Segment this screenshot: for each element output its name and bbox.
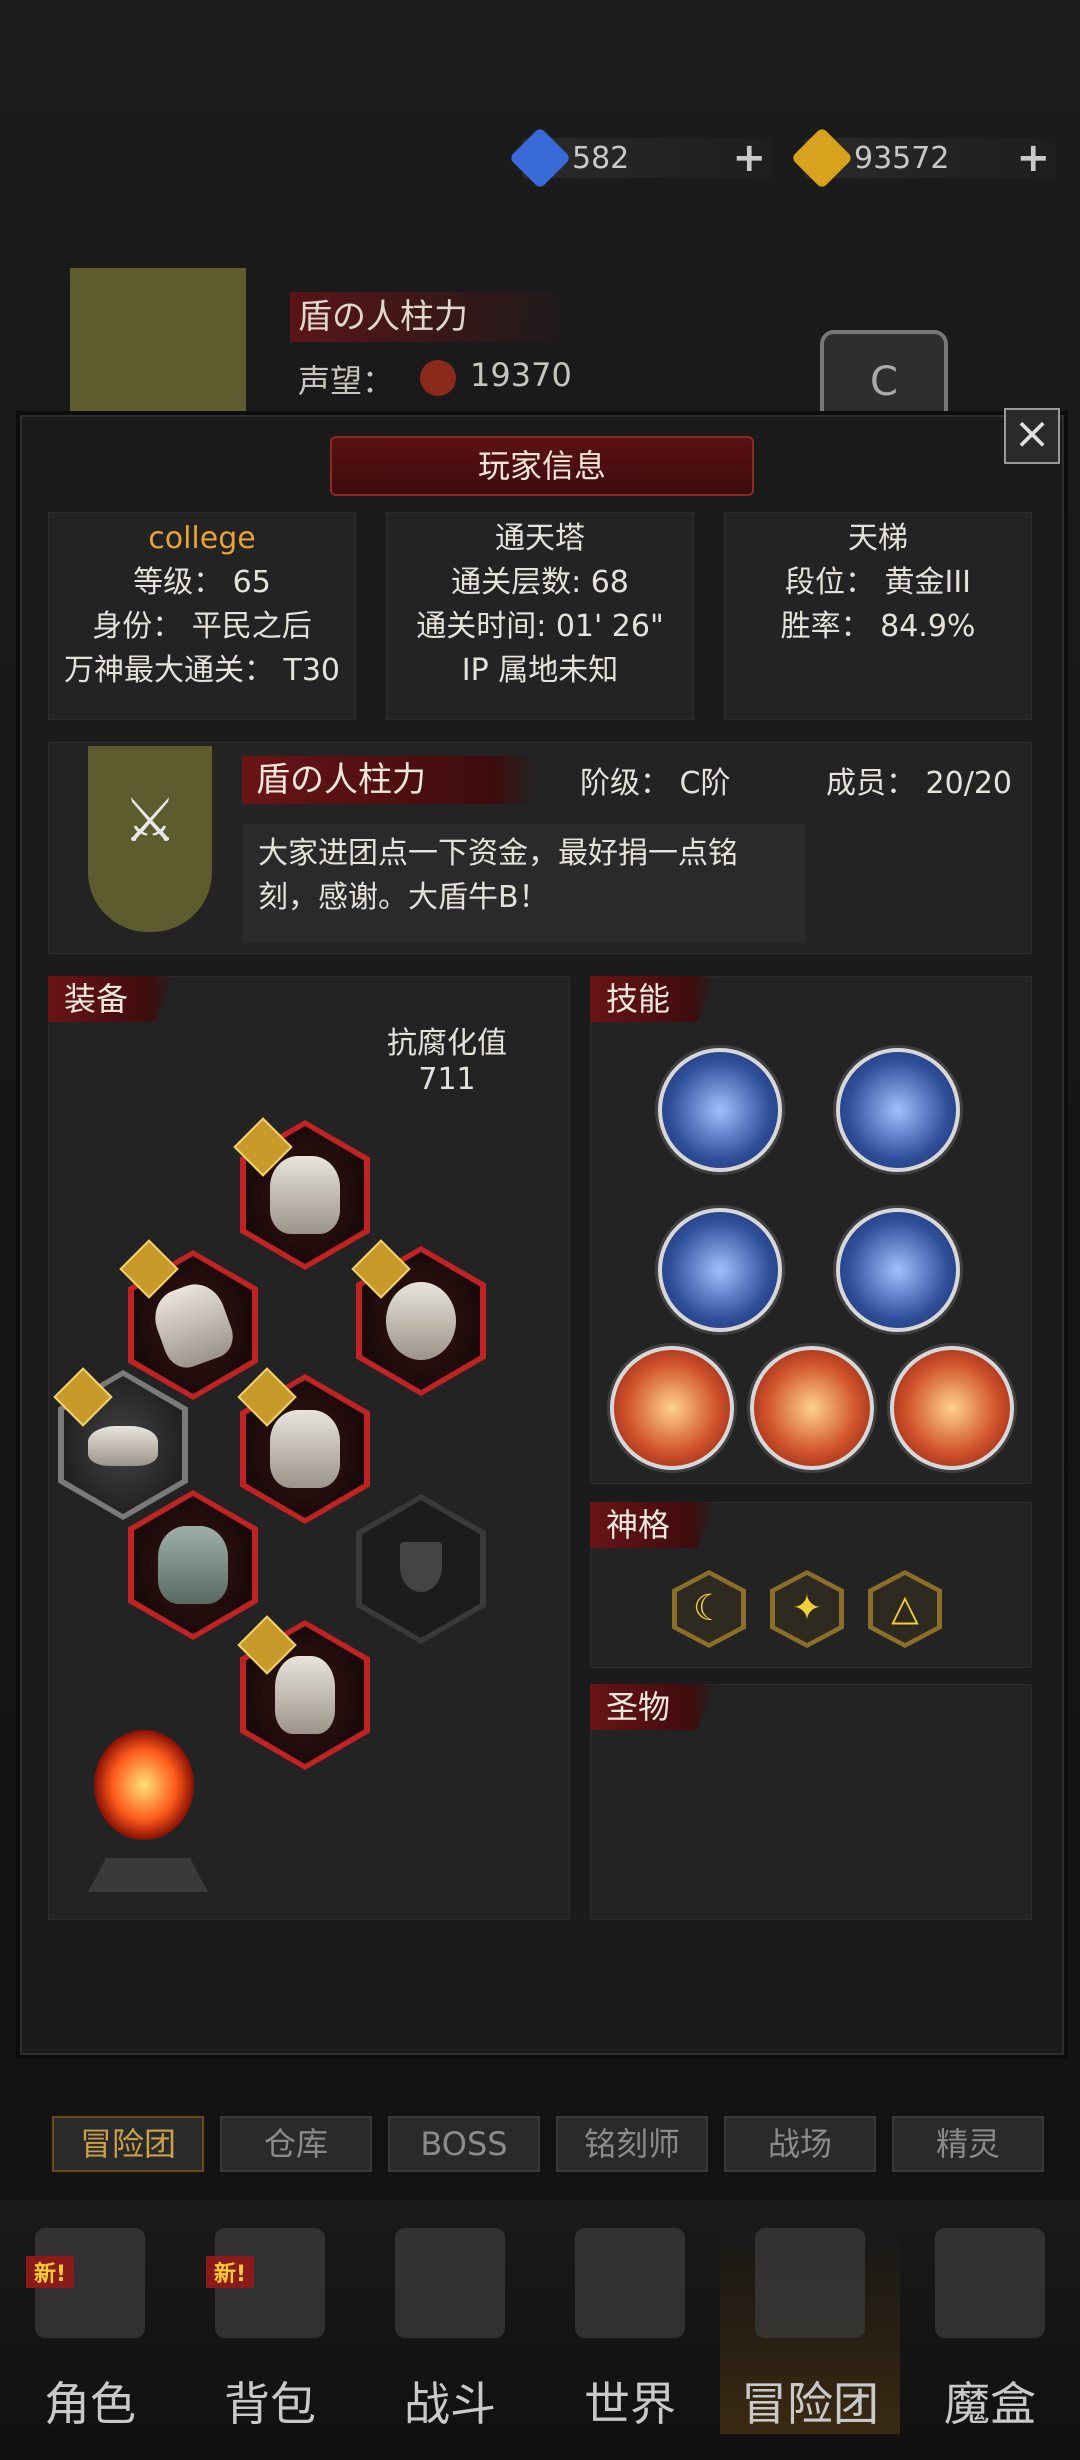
nav-character[interactable]: 新! 角色 <box>0 2228 180 2434</box>
player-level: 等级： 65 <box>133 565 271 600</box>
guild-name-bg: 盾の人柱力 <box>290 292 578 342</box>
nav-world[interactable]: 世界 <box>540 2228 720 2434</box>
skill-red-heart-icon[interactable] <box>890 1346 1014 1470</box>
nav-label: 世界 <box>584 2377 676 2431</box>
ring-icon <box>386 1282 456 1360</box>
corruption-value: 711 <box>418 1062 476 1097</box>
backpack-icon <box>158 1526 228 1604</box>
tower-title: 通天塔 <box>495 521 585 556</box>
ladder-rank: 段位： 黄金III <box>784 565 972 600</box>
skill-blue-guard-icon[interactable] <box>658 1208 782 1332</box>
tab-spirit[interactable]: 精灵 <box>892 2116 1044 2172</box>
tab-warehouse[interactable]: 仓库 <box>220 2116 372 2172</box>
nav-battle[interactable]: 战斗 <box>360 2228 540 2434</box>
corruption-label: 抗腐化值 <box>387 1026 507 1061</box>
nav-magic-box[interactable]: 魔盒 <box>900 2228 1080 2434</box>
guild-banner: ⚔ <box>88 746 212 932</box>
sword-nav-icon <box>395 2228 505 2338</box>
armor-icon <box>270 1410 340 1488</box>
nav-label: 战斗 <box>404 2377 496 2431</box>
nav-label: 冒险团 <box>741 2377 879 2431</box>
equipment-label: 装备 <box>48 976 175 1022</box>
nav-adventure-group[interactable]: 冒险团 <box>720 2228 900 2434</box>
nav-label: 背包 <box>224 2377 316 2431</box>
guild-banner-bg <box>70 268 246 418</box>
gold-value: 93572 <box>854 140 950 176</box>
guild-tier: 阶级： C阶 <box>580 766 731 801</box>
reputation-value: 19370 <box>470 356 572 394</box>
reputation-label: 声望： <box>298 362 395 400</box>
diamond-value: 582 <box>572 140 630 176</box>
tab-boss[interactable]: BOSS <box>388 2116 540 2172</box>
boots-icon <box>275 1656 335 1734</box>
ladder-title: 天梯 <box>848 521 908 556</box>
skills-label: 技能 <box>590 976 717 1022</box>
ladder-winrate: 胜率： 84.9% <box>780 609 976 644</box>
new-badge: 新! <box>206 2256 255 2288</box>
divinity-label: 神格 <box>590 1502 717 1548</box>
skill-blue-wave-icon[interactable] <box>658 1048 782 1172</box>
cube-nav-icon <box>935 2228 1045 2338</box>
skill-red-burst-icon[interactable] <box>750 1346 874 1470</box>
skill-blue-strike-icon[interactable] <box>836 1208 960 1332</box>
player-identity: 身份： 平民之后 <box>92 609 312 644</box>
reputation-icon <box>420 360 456 396</box>
nav-label: 魔盒 <box>944 2377 1036 2431</box>
player-name: college <box>148 521 256 556</box>
relic-label: 圣物 <box>590 1684 717 1730</box>
guild-name: 盾の人柱力 <box>242 756 536 804</box>
skill-blue-slash-icon[interactable] <box>836 1048 960 1172</box>
corruption-resistance: 抗腐化值 711 <box>372 1026 522 1098</box>
add-diamond-icon[interactable]: + <box>732 138 766 178</box>
ladder-card: 天梯 段位： 黄金III 胜率： 84.9% <box>724 512 1032 720</box>
castle-nav-icon <box>755 2228 865 2338</box>
diamond-counter: 582 + <box>508 126 772 190</box>
modal-title: 玩家信息 <box>330 436 754 496</box>
add-gold-icon[interactable]: + <box>1016 138 1050 178</box>
tower-card: 通天塔 通关层数: 68 通关时间: 01' 26" IP 属地未知 <box>386 512 694 720</box>
player-max-clear: 万神最大通关： T30 <box>63 653 341 688</box>
guild-members: 成员： 20/20 <box>826 766 1012 801</box>
map-nav-icon <box>575 2228 685 2338</box>
tab-adventure-group[interactable]: 冒险团 <box>52 2116 204 2172</box>
helmet-icon <box>270 1156 340 1234</box>
nav-backpack[interactable]: 新! 背包 <box>180 2228 360 2434</box>
skill-red-cross-icon[interactable] <box>610 1346 734 1470</box>
belt-icon <box>88 1426 158 1466</box>
guild-notice: 大家进团点一下资金，最好捐一点铭刻，感谢。大盾牛B！ <box>242 824 806 942</box>
nav-label: 角色 <box>44 2377 136 2431</box>
player-card: college 等级： 65 身份： 平民之后 万神最大通关： T30 <box>48 512 356 720</box>
shield-icon <box>400 1542 442 1592</box>
gold-counter: 93572 + <box>790 126 1056 190</box>
tab-battlefield[interactable]: 战场 <box>724 2116 876 2172</box>
close-icon[interactable]: × <box>1004 408 1060 464</box>
tower-floors: 通关层数: 68 <box>451 565 629 600</box>
tab-engraver[interactable]: 铭刻师 <box>556 2116 708 2172</box>
orb-pedestal <box>88 1858 208 1892</box>
new-badge: 新! <box>26 2256 75 2288</box>
fire-orb-icon[interactable] <box>94 1730 194 1840</box>
ip-location: IP 属地未知 <box>461 653 619 688</box>
crossed-axes-icon: ⚔ <box>123 786 177 856</box>
tower-time: 通关时间: 01' 26" <box>416 609 664 644</box>
